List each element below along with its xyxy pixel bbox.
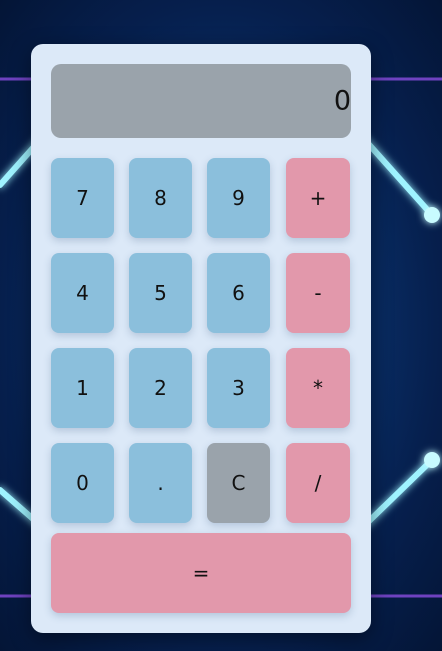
key-divide[interactable]: / <box>286 443 350 523</box>
key-0[interactable]: 0 <box>51 443 114 523</box>
equals-button[interactable]: = <box>51 533 351 613</box>
display-value: 0 <box>333 85 351 117</box>
clear-button[interactable]: C <box>207 443 270 523</box>
calculator-display: 0 <box>51 64 351 138</box>
key-7[interactable]: 7 <box>51 158 114 238</box>
key-5[interactable]: 5 <box>129 253 192 333</box>
calculator-panel: 0 7 8 9 + 4 5 6 - 1 2 3 * 0 . C / = <box>31 44 371 633</box>
key-3[interactable]: 3 <box>207 348 270 428</box>
key-plus[interactable]: + <box>286 158 350 238</box>
key-6[interactable]: 6 <box>207 253 270 333</box>
key-8[interactable]: 8 <box>129 158 192 238</box>
key-9[interactable]: 9 <box>207 158 270 238</box>
key-decimal[interactable]: . <box>129 443 192 523</box>
key-1[interactable]: 1 <box>51 348 114 428</box>
key-4[interactable]: 4 <box>51 253 114 333</box>
key-2[interactable]: 2 <box>129 348 192 428</box>
key-minus[interactable]: - <box>286 253 350 333</box>
key-multiply[interactable]: * <box>286 348 350 428</box>
